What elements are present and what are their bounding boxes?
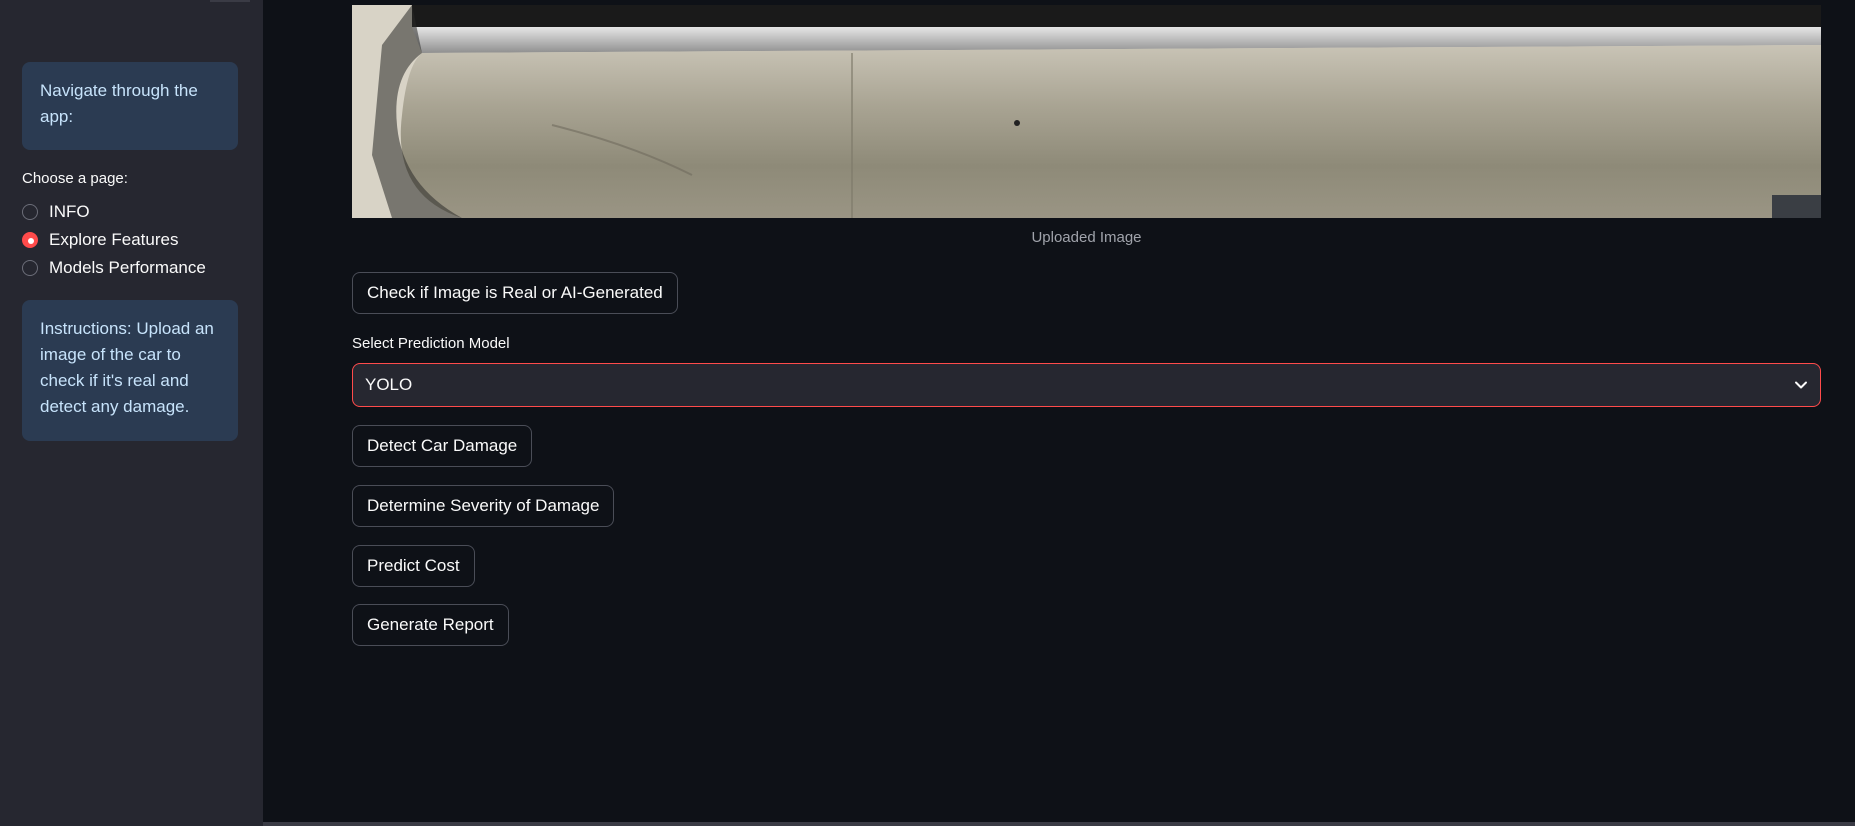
radio-option-label: Models Performance xyxy=(49,258,206,277)
bottom-border xyxy=(263,822,1855,826)
select-value: YOLO xyxy=(365,375,413,394)
prediction-model-select[interactable]: YOLO xyxy=(352,363,1821,407)
car-bumper-image xyxy=(352,5,1821,218)
instructions-text: Instructions: Upload an image of the car… xyxy=(40,319,214,416)
check-real-ai-button[interactable]: Check if Image is Real or AI-Generated xyxy=(352,272,678,314)
main-content: Uploaded Image Check if Image is Real or… xyxy=(263,0,1855,826)
radio-option-explore-features[interactable]: Explore Features xyxy=(22,226,206,254)
uploaded-car-image xyxy=(352,5,1821,218)
detect-damage-button[interactable]: Detect Car Damage xyxy=(352,425,533,467)
chevron-down-icon xyxy=(1795,381,1807,389)
navigate-info-box: Navigate through the app: xyxy=(22,62,238,150)
generate-report-button[interactable]: Generate Report xyxy=(352,604,509,646)
radio-option-info[interactable]: INFO xyxy=(22,198,206,226)
radio-option-label: Explore Features xyxy=(49,230,179,249)
instructions-info-box: Instructions: Upload an image of the car… xyxy=(22,300,238,441)
page-radio-group: INFO Explore Features Models Performance xyxy=(22,198,206,282)
navigate-info-text: Navigate through the app: xyxy=(40,81,198,126)
sidebar: Navigate through the app: Choose a page:… xyxy=(0,0,263,826)
radio-circle-icon[interactable] xyxy=(22,204,38,220)
severity-button[interactable]: Determine Severity of Damage xyxy=(352,485,615,527)
radio-option-models-performance[interactable]: Models Performance xyxy=(22,254,206,282)
image-caption: Uploaded Image xyxy=(1031,229,1142,246)
radio-selected-icon[interactable] xyxy=(22,232,38,248)
select-model-label: Select Prediction Model xyxy=(352,335,510,352)
page-radio-label: Choose a page: xyxy=(22,170,128,187)
sidebar-divider xyxy=(210,0,250,2)
predict-cost-button[interactable]: Predict Cost xyxy=(352,545,475,587)
radio-option-label: INFO xyxy=(49,202,90,221)
radio-circle-icon[interactable] xyxy=(22,260,38,276)
